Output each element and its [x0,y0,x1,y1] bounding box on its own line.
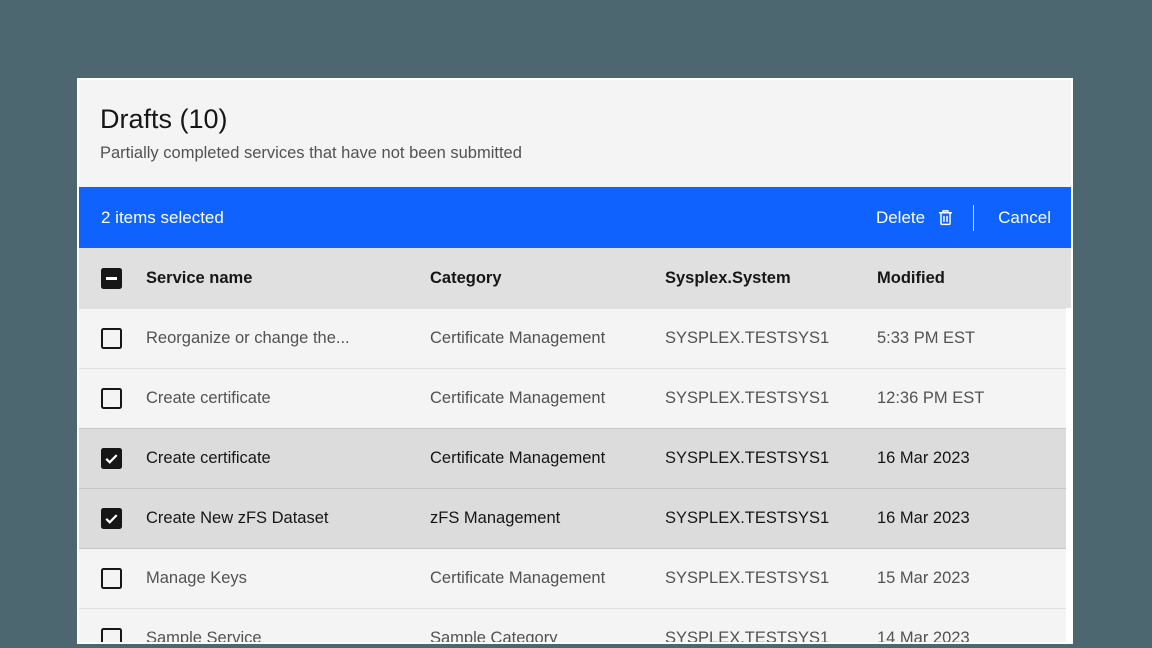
column-header-modified[interactable]: Modified [877,269,1071,288]
table-row[interactable]: Create certificate Certificate Managemen… [79,368,1071,428]
cell-modified: 16 Mar 2023 [877,509,970,527]
column-header-category[interactable]: Category [430,269,665,288]
table-row[interactable]: Sample Service Sample Category SYSPLEX.T… [79,608,1071,644]
cancel-button-label: Cancel [998,207,1051,227]
cell-sysplex-system: SYSPLEX.TESTSYS1 [665,389,830,407]
cell-modified: 14 Mar 2023 [877,629,970,644]
cell-sysplex-system: SYSPLEX.TESTSYS1 [665,329,830,347]
row-checkbox[interactable] [101,568,122,589]
cell-service-name: Create New zFS Dataset [146,509,329,527]
cell-sysplex-system: SYSPLEX.TESTSYS1 [665,569,830,587]
delete-button[interactable]: Delete [876,204,955,232]
selection-count-label: 2 items selected [101,207,224,227]
table-header-row: Service name Category Sysplex.System Mod… [79,248,1071,308]
cell-modified: 5:33 PM EST [877,329,976,347]
cell-service-name: Manage Keys [146,569,247,587]
cell-category: Certificate Management [430,389,606,407]
delete-button-label: Delete [875,207,926,227]
trash-can-icon [936,208,955,227]
row-checkbox[interactable] [101,628,122,642]
cell-category: Sample Category [430,629,558,644]
checkbox-cell [79,448,146,469]
row-checkbox[interactable] [101,508,122,529]
page-subtitle: Partially completed services that have n… [100,144,522,162]
select-all-checkbox[interactable] [101,267,122,289]
cell-modified: 15 Mar 2023 [877,569,970,587]
cell-sysplex-system: SYSPLEX.TESTSYS1 [665,509,830,527]
table-row[interactable]: Reorganize or change the... Certificate … [79,308,1071,368]
checkbox-cell [79,568,146,589]
cell-sysplex-system: SYSPLEX.TESTSYS1 [665,449,830,467]
table-row[interactable]: Manage Keys Certificate Management SYSPL… [79,548,1071,608]
checkbox-cell [79,628,146,642]
batch-actions: Delete Cancel [876,204,1051,232]
cell-service-name: Reorganize or change the... [146,329,350,347]
header-checkbox-cell [79,267,146,289]
batch-bar-divider [973,204,975,231]
cell-sysplex-system: SYSPLEX.TESTSYS1 [665,629,830,644]
drafts-panel: Drafts (10) Partially completed services… [77,78,1073,644]
cancel-button[interactable]: Cancel [998,204,1051,232]
cell-category: zFS Management [430,509,561,527]
cell-service-name: Sample Service [146,629,262,644]
checkbox-cell [79,508,146,529]
page-title: Drafts (10) [100,104,228,134]
column-header-service-name[interactable]: Service name [146,269,430,288]
row-checkbox[interactable] [101,388,122,409]
cell-category: Certificate Management [430,329,606,347]
table-row[interactable]: Create certificate Certificate Managemen… [79,428,1071,488]
scrollbar-track[interactable] [1066,308,1071,642]
drafts-table: Service name Category Sysplex.System Mod… [79,248,1071,644]
checkbox-cell [79,328,146,349]
row-checkbox[interactable] [101,328,122,349]
cell-category: Certificate Management [430,569,606,587]
row-checkbox[interactable] [101,448,122,469]
page-background: { "colors": { "page_background": "#4d677… [0,0,1152,648]
cell-modified: 12:36 PM EST [877,389,985,407]
column-header-sysplex-system[interactable]: Sysplex.System [665,269,877,288]
panel-header: Drafts (10) Partially completed services… [79,80,1071,187]
cell-modified: 16 Mar 2023 [877,449,970,467]
checkbox-cell [79,388,146,409]
cell-service-name: Create certificate [146,389,271,407]
cell-category: Certificate Management [430,449,606,467]
cell-service-name: Create certificate [146,449,271,467]
table-row[interactable]: Create New zFS Dataset zFS Management SY… [79,488,1071,548]
batch-action-bar: 2 items selected Delete Cancel [79,187,1071,248]
